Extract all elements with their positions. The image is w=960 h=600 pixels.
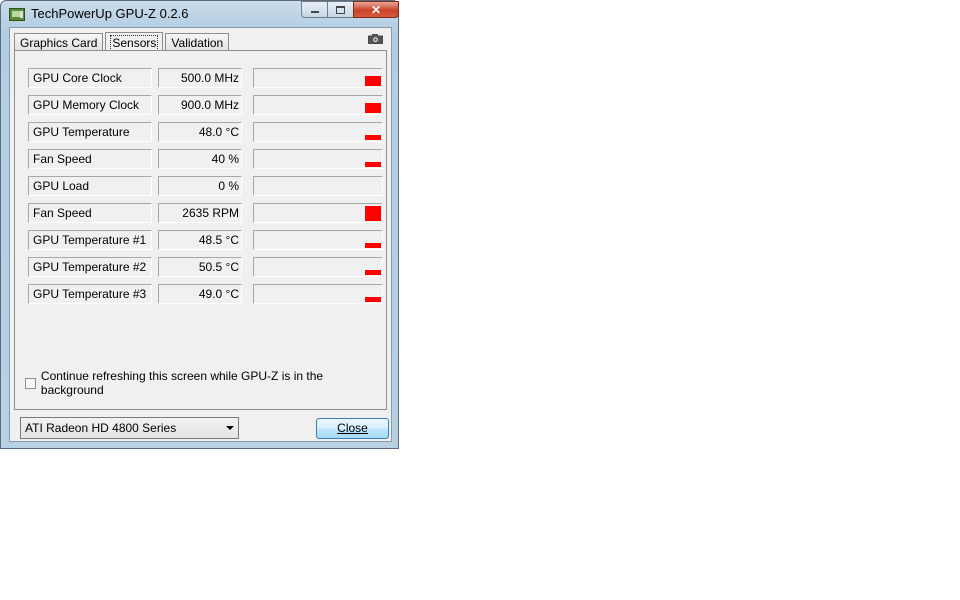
maximize-button[interactable] (327, 1, 353, 18)
sensor-name: GPU Temperature #2 (28, 257, 152, 277)
sensor-value[interactable]: 48.0 °C (158, 122, 242, 142)
tab-validation[interactable]: Validation (165, 33, 230, 51)
title-bar[interactable]: TechPowerUp GPU-Z 0.2.6 ✕ (1, 1, 399, 27)
sensor-value[interactable]: 900.0 MHz (158, 95, 242, 115)
sensor-value[interactable]: 49.0 °C (158, 284, 242, 304)
sensor-name: GPU Load (28, 176, 152, 196)
client-area: Graphics Card Sensors Validation GPU Cor… (9, 27, 392, 442)
sensor-graph-bar (365, 162, 381, 167)
sensor-graph (253, 149, 383, 169)
sensor-graph-bar (365, 135, 381, 140)
sensor-row: GPU Temperature 48.0 °C (28, 122, 383, 143)
sensor-row: GPU Temperature #3 49.0 °C (28, 284, 383, 305)
sensor-name: GPU Temperature #3 (28, 284, 152, 304)
sensor-graph-bar (365, 297, 381, 302)
sensor-row: GPU Memory Clock 900.0 MHz (28, 95, 383, 116)
sensor-name: Fan Speed (28, 203, 152, 223)
sensor-graph (253, 122, 383, 142)
camera-icon[interactable] (368, 34, 383, 44)
sensor-row: GPU Core Clock 500.0 MHz (28, 68, 383, 89)
minimize-button[interactable] (301, 1, 327, 18)
sensor-graph-bar (365, 76, 381, 86)
sensor-value[interactable]: 50.5 °C (158, 257, 242, 277)
close-button[interactable]: Close (316, 418, 389, 439)
gpuz-app-icon (9, 8, 25, 21)
sensor-name: GPU Core Clock (28, 68, 152, 88)
sensor-value[interactable]: 0 % (158, 176, 242, 196)
sensor-row: Fan Speed 40 % (28, 149, 383, 170)
gpu-select-value: ATI Radeon HD 4800 Series (25, 421, 177, 435)
sensor-graph (253, 230, 383, 250)
gpu-select-dropdown[interactable]: ATI Radeon HD 4800 Series (20, 417, 239, 439)
sensor-graph (253, 176, 383, 196)
window-title: TechPowerUp GPU-Z 0.2.6 (31, 6, 189, 21)
sensor-name: GPU Temperature (28, 122, 152, 142)
sensor-value[interactable]: 2635 RPM (158, 203, 242, 223)
caption-buttons: ✕ (301, 1, 399, 20)
chevron-down-icon[interactable] (226, 426, 234, 430)
sensor-row: GPU Temperature #1 48.5 °C (28, 230, 383, 251)
sensor-graph (253, 203, 383, 223)
maximize-icon (336, 5, 345, 14)
sensor-value[interactable]: 500.0 MHz (158, 68, 242, 88)
sensor-name: Fan Speed (28, 149, 152, 169)
gpuz-window: TechPowerUp GPU-Z 0.2.6 ✕ Graphics Card … (0, 0, 399, 449)
sensor-name: GPU Memory Clock (28, 95, 152, 115)
sensor-name: GPU Temperature #1 (28, 230, 152, 250)
refresh-checkbox-label[interactable]: Continue refreshing this screen while GP… (41, 369, 386, 397)
sensor-graph (253, 284, 383, 304)
window-close-button[interactable]: ✕ (353, 1, 399, 18)
close-icon: ✕ (370, 2, 382, 17)
close-button-label: Close (337, 421, 368, 435)
sensor-row: GPU Load 0 % (28, 176, 383, 197)
sensors-panel: GPU Core Clock 500.0 MHz GPU Memory Clock 9… (14, 50, 387, 410)
minimize-icon (310, 11, 319, 13)
sensor-row: GPU Temperature #2 50.5 °C (28, 257, 383, 278)
sensor-graph (253, 95, 383, 115)
sensor-graph-bar (365, 243, 381, 248)
sensor-graph (253, 68, 383, 88)
tab-graphics-card[interactable]: Graphics Card (14, 33, 104, 51)
sensor-graph (253, 257, 383, 277)
refresh-checkbox[interactable] (25, 377, 36, 389)
sensor-graph-bar (365, 206, 381, 221)
sensor-value[interactable]: 40 % (158, 149, 242, 169)
sensor-graph-bar (365, 270, 381, 275)
sensor-row: Fan Speed 2635 RPM (28, 203, 383, 224)
tab-strip: Graphics Card Sensors Validation (14, 31, 231, 52)
refresh-option[interactable]: Continue refreshing this screen while GP… (25, 369, 386, 397)
tab-sensors[interactable]: Sensors (105, 32, 164, 52)
sensor-graph-bar (365, 103, 381, 113)
sensor-value[interactable]: 48.5 °C (158, 230, 242, 250)
